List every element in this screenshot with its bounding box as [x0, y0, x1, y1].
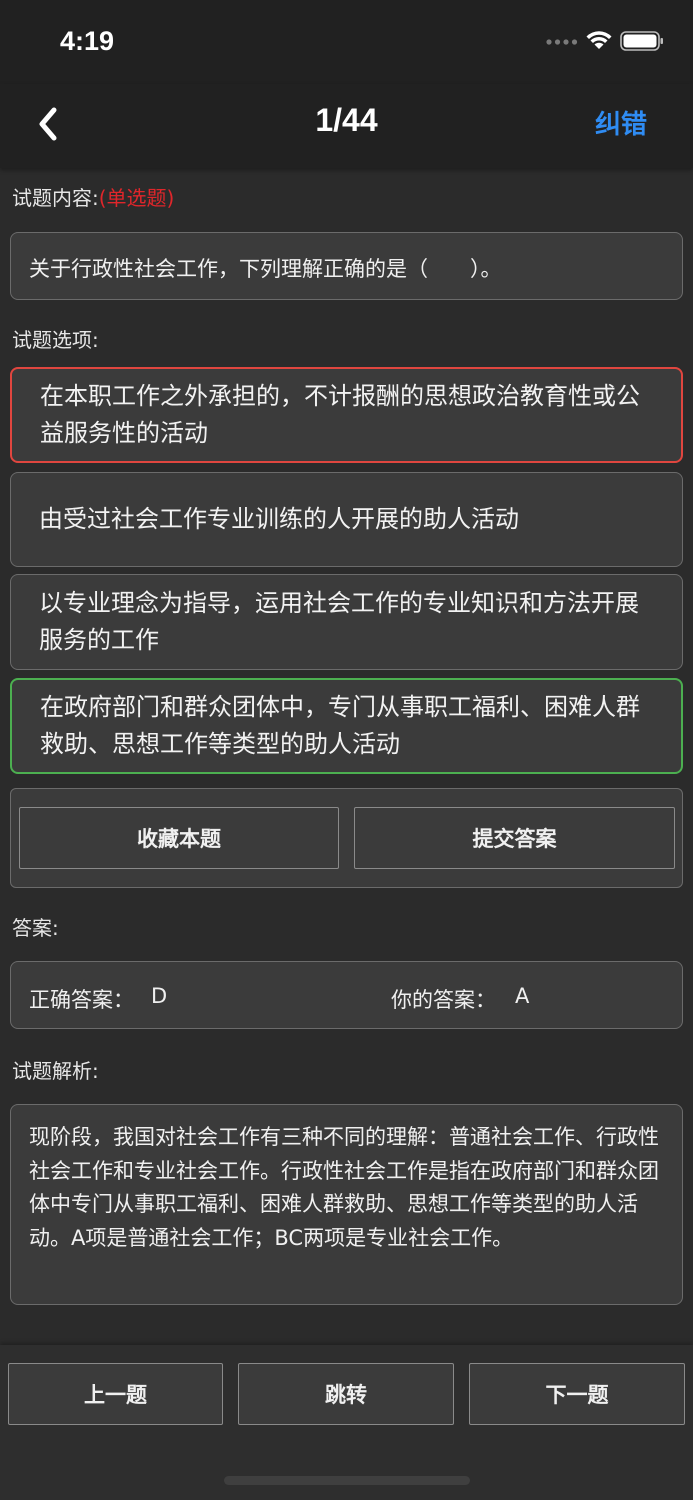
correct-answer-value: D: [151, 984, 168, 1008]
action-panel: 收藏本题 提交答案: [10, 788, 683, 888]
option-b-text: 由受过社会工作专业训练的人开展的助人活动: [39, 505, 519, 533]
page-title: 1/44: [315, 102, 378, 138]
answer-section-label: 答案:: [12, 916, 59, 940]
your-answer-label: 你的答案：: [391, 988, 496, 1012]
cellular-signal-icon: [546, 39, 578, 45]
options-section-label: 试题选项:: [12, 328, 99, 352]
battery-icon: [620, 31, 663, 51]
report-error-button[interactable]: 纠错: [595, 104, 647, 141]
jump-button[interactable]: 跳转: [238, 1363, 454, 1425]
wifi-icon: [586, 31, 612, 49]
option-d[interactable]: 在政府部门和群众团体中，专门从事职工福利、困难人群救助、思想工作等类型的助人活动: [10, 678, 683, 774]
option-a[interactable]: 在本职工作之外承担的，不计报酬的思想政治教育性或公益服务性的活动: [10, 367, 683, 463]
your-answer-value: A: [515, 984, 530, 1008]
submit-answer-button[interactable]: 提交答案: [354, 807, 675, 869]
option-d-text: 在政府部门和群众团体中，专门从事职工福利、困难人群救助、思想工作等类型的助人活动: [40, 693, 640, 758]
analysis-text: 现阶段，我国对社会工作有三种不同的理解：普通社会工作、行政性社会工作和专业社会工…: [10, 1104, 683, 1305]
question-section-label: 试题内容:(单选题): [12, 182, 174, 211]
option-a-text: 在本职工作之外承担的，不计报酬的思想政治教育性或公益服务性的活动: [40, 382, 640, 447]
option-c-text: 以专业理念为指导，运用社会工作的专业知识和方法开展服务的工作: [39, 589, 639, 654]
prev-question-button[interactable]: 上一题: [8, 1363, 223, 1425]
status-time: 4:19: [60, 26, 115, 56]
question-label-text: 试题内容:: [12, 186, 99, 210]
question-type-badge: (单选题): [98, 186, 175, 210]
question-text: 关于行政性社会工作，下列理解正确的是（ ）。: [10, 232, 683, 300]
answer-box: 正确答案： D 你的答案： A: [10, 961, 683, 1029]
nav-bar: 1/44 纠错: [0, 84, 693, 168]
next-question-button[interactable]: 下一题: [469, 1363, 685, 1425]
favorite-button[interactable]: 收藏本题: [19, 807, 339, 869]
home-indicator: [224, 1476, 470, 1485]
analysis-section-label: 试题解析:: [12, 1059, 99, 1083]
option-c[interactable]: 以专业理念为指导，运用社会工作的专业知识和方法开展服务的工作: [10, 574, 683, 670]
correct-answer-label: 正确答案：: [29, 988, 134, 1012]
status-bar: 4:19: [0, 0, 693, 84]
option-b[interactable]: 由受过社会工作专业训练的人开展的助人活动: [10, 472, 683, 567]
